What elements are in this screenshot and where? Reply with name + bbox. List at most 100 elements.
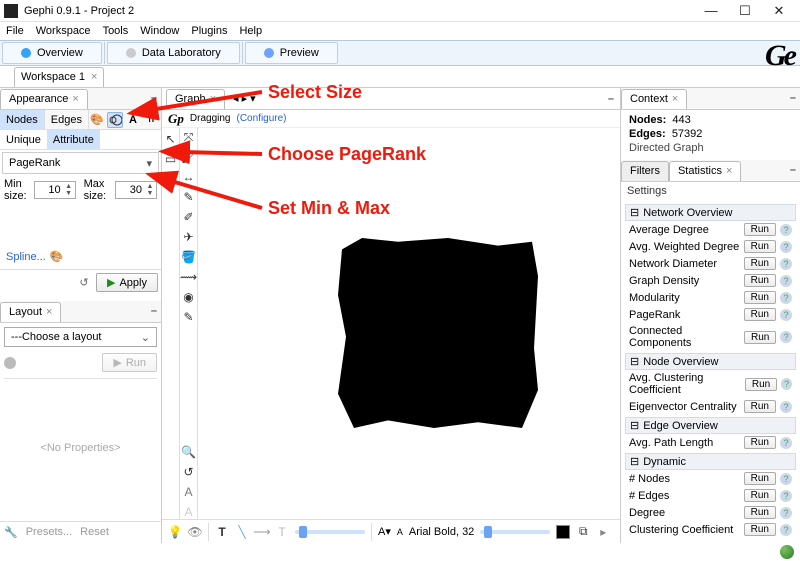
edge-pencil-icon[interactable]: ✐ [182, 210, 196, 224]
help-icon[interactable]: ? [780, 490, 792, 502]
group-edge-overview[interactable]: ⊟ Edge Overview [625, 417, 796, 434]
close-icon[interactable]: × [726, 165, 732, 177]
min-size-value[interactable] [35, 184, 63, 196]
help-icon[interactable]: ? [780, 507, 792, 519]
close-icon[interactable]: × [72, 93, 78, 105]
spline-link[interactable]: Spline... 🎨 [0, 244, 161, 269]
menu-window[interactable]: Window [140, 25, 179, 37]
run-button[interactable]: Run [744, 331, 776, 344]
help-icon[interactable]: ? [780, 275, 792, 287]
airplane-icon[interactable]: ✈ [182, 230, 196, 244]
font-name[interactable]: Arial Bold, 32 [409, 526, 474, 538]
menu-help[interactable]: Help [239, 25, 262, 37]
menu-tools[interactable]: Tools [103, 25, 129, 37]
run-button[interactable]: Run [744, 436, 776, 449]
text-icon[interactable]: A [182, 485, 196, 499]
pointer-icon[interactable]: ↖ [164, 132, 178, 146]
run-button[interactable]: Run [744, 223, 776, 236]
path-icon[interactable]: ⟿ [182, 270, 196, 284]
close-icon[interactable]: × [210, 93, 216, 105]
magnify-icon[interactable]: 🔍 [182, 445, 196, 459]
filters-tab[interactable]: Filters [621, 161, 669, 181]
run-button[interactable]: Run [744, 472, 776, 485]
attribute-tab[interactable]: Attribute [47, 130, 100, 150]
spinner-icon[interactable]: ▲▼ [63, 183, 75, 197]
run-button[interactable]: ▶ Run [102, 353, 157, 372]
configure-link[interactable]: (Configure) [236, 113, 286, 124]
wrench-icon[interactable]: 🔧 [4, 526, 18, 539]
reset-link[interactable]: Reset [80, 526, 109, 539]
attributes-icon[interactable]: ⧉ [576, 525, 590, 539]
help-icon[interactable]: ? [780, 473, 792, 485]
label-size-icon[interactable]: тT [143, 112, 159, 128]
color-palette-icon[interactable]: 🎨 [89, 112, 105, 128]
help-icon[interactable]: ? [780, 224, 792, 236]
rect-select-icon[interactable]: ▭ [164, 152, 178, 166]
presets-link[interactable]: Presets... [26, 526, 72, 539]
hand-icon[interactable]: ✋ [164, 172, 178, 186]
run-button[interactable]: Run [744, 240, 776, 253]
edit-icon[interactable]: ✎ [182, 310, 196, 324]
help-icon[interactable]: ? [780, 309, 792, 321]
settings-icon[interactable]: ▸ [596, 525, 610, 539]
show-node-labels-icon[interactable]: T [215, 525, 229, 539]
run-button[interactable]: Run [744, 523, 776, 536]
minimize-button[interactable]: — [694, 1, 728, 21]
gear-icon[interactable] [4, 357, 16, 369]
context-tab[interactable]: Context × [621, 89, 687, 109]
help-icon[interactable]: ? [780, 241, 792, 253]
help-icon[interactable]: ? [780, 258, 792, 270]
run-button[interactable]: Run [744, 308, 776, 321]
help-icon[interactable]: ? [780, 331, 792, 343]
graph-tab[interactable]: Graph × [166, 89, 225, 109]
reset-colors-icon[interactable]: ↺ [182, 465, 196, 479]
eye-icon[interactable]: 👁 [188, 525, 202, 539]
font-small-icon[interactable]: A [397, 527, 403, 537]
heatmap-icon[interactable]: ◉ [182, 290, 196, 304]
move-icon[interactable]: ⤧ [182, 130, 196, 144]
run-button[interactable]: Run [744, 506, 776, 519]
appearance-tab[interactable]: Appearance × [0, 89, 88, 109]
statistics-tab[interactable]: Statistics × [669, 161, 741, 181]
edge-weight-icon[interactable]: ⟶ [255, 525, 269, 539]
help-icon[interactable]: ? [781, 378, 792, 390]
menu-workspace[interactable]: Workspace [36, 25, 91, 37]
panel-minimize-icon[interactable]: – [151, 305, 157, 317]
tab-arrows-icon[interactable]: ◂ ▸ ▾ [233, 92, 256, 105]
close-button[interactable]: ✕ [762, 1, 796, 21]
workspace-tab[interactable]: Workspace 1 × [14, 67, 104, 87]
size-icon[interactable]: ↔ [182, 170, 196, 184]
panel-minimize-icon[interactable]: – [790, 92, 796, 104]
layout-tab[interactable]: Layout × [0, 302, 61, 322]
label-size-slider[interactable] [480, 530, 550, 534]
brush-icon[interactable]: 🖌 [182, 150, 196, 164]
run-button[interactable]: Run [745, 378, 777, 391]
bucket-icon[interactable]: 🪣 [182, 250, 196, 264]
text-dim-icon[interactable]: A [182, 505, 196, 519]
lightbulb-icon[interactable]: 💡 [168, 525, 182, 539]
menu-plugins[interactable]: Plugins [191, 25, 227, 37]
size-rings-icon[interactable] [107, 112, 123, 128]
group-node-overview[interactable]: ⊟ Node Overview [625, 353, 796, 370]
help-icon[interactable]: ? [780, 401, 792, 413]
edge-thickness-slider[interactable] [295, 530, 365, 534]
spinner-icon[interactable]: ▲▼ [144, 183, 156, 197]
nodes-tab[interactable]: Nodes [0, 110, 45, 130]
close-icon[interactable]: × [91, 71, 97, 83]
help-icon[interactable]: ? [780, 292, 792, 304]
help-icon[interactable]: ? [780, 524, 792, 536]
font-size-mode-icon[interactable]: A▾ [378, 525, 391, 538]
run-button[interactable]: Run [744, 400, 776, 413]
labels-dim-icon[interactable]: T [275, 525, 289, 539]
run-button[interactable]: Run [744, 291, 776, 304]
help-icon[interactable]: ? [780, 437, 792, 449]
menu-file[interactable]: File [6, 25, 24, 37]
panel-minimize-icon[interactable]: – [790, 164, 796, 176]
close-icon[interactable]: × [672, 93, 678, 105]
run-button[interactable]: Run [744, 489, 776, 502]
tab-overview[interactable]: Overview [2, 42, 102, 64]
maximize-button[interactable]: ☐ [728, 1, 762, 21]
close-icon[interactable]: × [46, 306, 52, 318]
panel-minimize-icon[interactable]: – [608, 93, 620, 105]
layout-select[interactable]: ---Choose a layout [4, 327, 157, 347]
